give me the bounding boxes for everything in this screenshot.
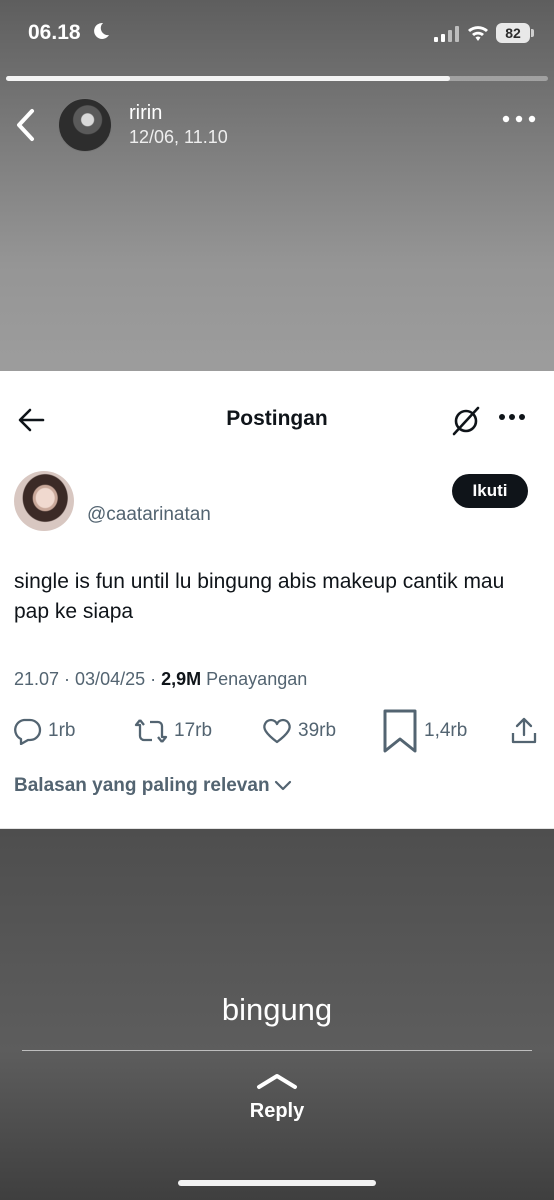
repost-icon xyxy=(134,719,168,743)
author-handle[interactable]: @caatarinatan xyxy=(87,504,211,526)
like-action[interactable]: 39rb xyxy=(262,701,336,761)
repost-action[interactable]: 17rb xyxy=(134,701,212,761)
cellular-signal-icon xyxy=(434,26,459,42)
post-header: Postingan xyxy=(0,371,554,469)
post-more-icon[interactable] xyxy=(498,413,526,421)
repost-count: 17rb xyxy=(174,720,213,741)
post-meta: 21.07 · 03/04/25 · 2,9M Penayangan xyxy=(14,669,307,690)
moon-icon xyxy=(94,22,109,39)
like-count: 39rb xyxy=(298,720,337,741)
reply-count: 1rb xyxy=(48,720,76,741)
back-chevron-icon[interactable] xyxy=(14,108,36,142)
author-avatar[interactable] xyxy=(14,471,74,531)
story-progress-fill xyxy=(6,76,451,81)
story-header: ririn 12/06, 11.10 xyxy=(0,90,554,160)
chevron-up-icon[interactable] xyxy=(256,1072,298,1090)
post-actions: 1rb 17rb 39rb 1,4rb xyxy=(0,701,554,761)
views-label: Penayangan xyxy=(201,669,308,689)
story-user-avatar[interactable] xyxy=(58,98,112,152)
home-indicator[interactable] xyxy=(178,1180,376,1186)
reply-divider xyxy=(22,1050,532,1051)
heart-icon xyxy=(263,718,291,744)
status-time: 06.18 xyxy=(28,21,81,44)
wifi-icon xyxy=(468,26,488,41)
battery-indicator: 82 xyxy=(496,23,534,43)
bookmark-action[interactable]: 1,4rb xyxy=(382,701,467,761)
reply-sort-dropdown[interactable]: Balasan yang paling relevan xyxy=(14,775,292,797)
share-icon xyxy=(511,717,537,744)
reply-icon xyxy=(14,718,42,745)
grok-icon[interactable] xyxy=(450,405,482,437)
more-options-icon[interactable] xyxy=(502,114,536,124)
bookmark-count: 1,4rb xyxy=(424,720,468,741)
share-action[interactable] xyxy=(510,701,544,761)
status-bar: 06.18 82 xyxy=(0,0,554,66)
reply-button[interactable]: Reply xyxy=(0,1100,554,1123)
follow-button[interactable]: Ikuti xyxy=(452,474,528,508)
post-timestamp: 21.07 · 03/04/25 · xyxy=(14,669,162,689)
chevron-down-icon xyxy=(274,780,291,791)
views-count: 2,9M xyxy=(161,669,202,689)
bookmark-icon xyxy=(383,709,417,753)
reply-action[interactable]: 1rb xyxy=(12,701,75,761)
story-caption: bingung xyxy=(221,992,333,1027)
story-progress-bar xyxy=(6,76,548,81)
story-user-name[interactable]: ririn xyxy=(129,102,162,125)
story-timestamp: 12/06, 11.10 xyxy=(129,127,228,147)
sort-label: Balasan yang paling relevan xyxy=(14,775,270,796)
post-screenshot-card: Postingan @caatarinatan Ikuti single is … xyxy=(0,371,554,829)
post-text: single is fun until lu bingung abis make… xyxy=(14,570,505,623)
